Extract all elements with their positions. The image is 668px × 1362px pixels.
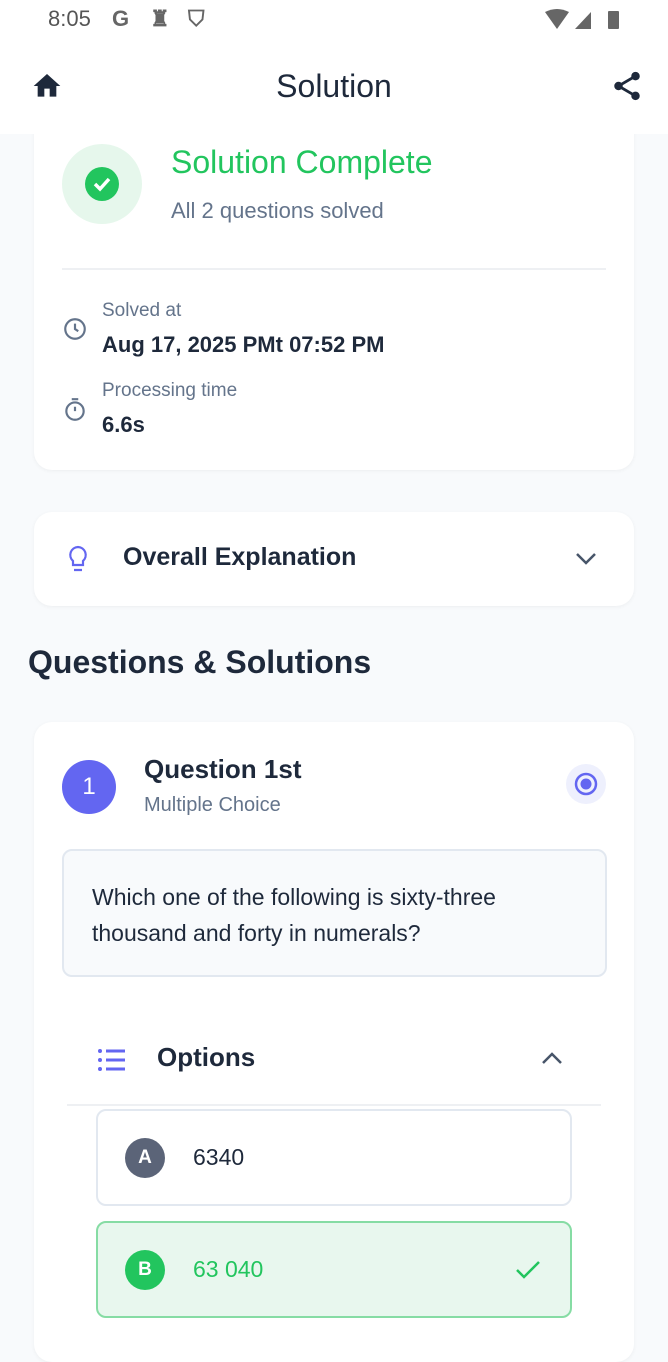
processing-label: Processing time	[102, 380, 238, 401]
shield-icon: ⛉	[188, 6, 205, 31]
keyhole-icon: ♜	[150, 6, 170, 31]
share-icon[interactable]	[610, 68, 644, 104]
chevron-up-icon[interactable]	[541, 1050, 563, 1066]
status-time: 8:05	[48, 6, 91, 31]
question-text: Which one of the following is sixty-thre…	[62, 849, 607, 977]
options-toggle[interactable]: Options	[67, 1022, 601, 1106]
summary-subtitle: All 2 questions solved	[171, 198, 384, 223]
overall-explanation-toggle[interactable]: Overall Explanation	[34, 512, 634, 606]
list-icon	[98, 1049, 125, 1071]
option-value: 63 040	[193, 1256, 264, 1282]
question-type: Multiple Choice	[144, 794, 281, 816]
timer-icon	[65, 398, 85, 421]
option-a[interactable]: A 6340	[96, 1109, 572, 1206]
solved-at-label: Solved at	[102, 300, 182, 321]
status-bar: 8:05 G ♜ ⛉	[0, 0, 668, 44]
processing-value: 6.6s	[102, 412, 145, 437]
wifi-signal-battery-icon	[545, 9, 619, 29]
check-icon	[93, 177, 111, 192]
google-icon: G	[112, 6, 130, 31]
chevron-down-icon[interactable]	[575, 550, 597, 566]
clock-icon	[64, 318, 86, 340]
option-letter: A	[125, 1138, 165, 1178]
question-card: 1 Question 1st Multiple Choice Which one…	[34, 722, 634, 1362]
section-title: Questions & Solutions	[28, 644, 372, 680]
option-b[interactable]: B 63 040	[96, 1221, 572, 1318]
question-number: 1	[62, 760, 116, 814]
page-title: Solution	[276, 68, 392, 104]
options-title: Options	[157, 1042, 256, 1072]
radio-target-icon[interactable]	[566, 764, 606, 804]
solved-at-value: Aug 17, 2025 PMt 07:52 PM	[102, 332, 385, 357]
app-bar: Solution	[0, 44, 668, 134]
correct-check-icon	[516, 1261, 540, 1279]
option-value: 6340	[193, 1144, 245, 1170]
divider	[62, 268, 606, 270]
explanation-title: Overall Explanation	[123, 543, 357, 571]
summary-title: Solution Complete	[171, 144, 433, 180]
summary-card: Solution Complete All 2 questions solved…	[34, 110, 634, 470]
question-title: Question 1st	[144, 754, 302, 784]
option-letter: B	[125, 1250, 165, 1290]
success-badge	[62, 144, 142, 224]
lightbulb-icon	[69, 545, 87, 572]
